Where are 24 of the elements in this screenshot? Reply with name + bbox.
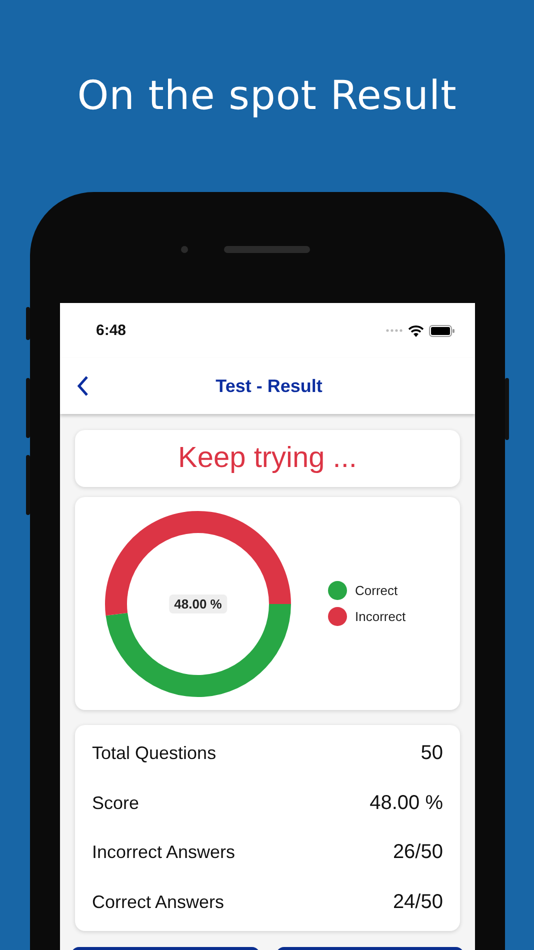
speaker-icon [224, 246, 310, 253]
back-icon [76, 375, 89, 397]
stat-value: 26/50 [392, 841, 443, 864]
stat-label: Total Questions [92, 743, 216, 764]
headline: On the spot Result [77, 73, 457, 119]
stat-label: Incorrect Answers [92, 842, 236, 864]
legend-label: Incorrect [355, 609, 406, 624]
screen-title: Test - Result [214, 376, 324, 396]
stat-label: Correct Answers [92, 892, 224, 913]
wifi-icon [408, 324, 424, 336]
stat-value: 48.00 % [370, 792, 443, 815]
legend-dot [328, 581, 347, 600]
stat-value: 50 [420, 742, 443, 766]
legend-dot [328, 607, 347, 626]
stat-label: Score [92, 792, 140, 814]
status-time: 6:48 [96, 322, 126, 339]
signal-icon [386, 329, 403, 332]
result-message: Keep trying ... [178, 442, 357, 475]
legend-label: Correct [355, 583, 398, 598]
stat-value: 24/50 [392, 890, 443, 914]
percentage-label: 48.00 % [169, 594, 227, 613]
camera-icon [181, 246, 188, 253]
back-button[interactable] [76, 375, 89, 397]
battery-icon [429, 324, 455, 336]
